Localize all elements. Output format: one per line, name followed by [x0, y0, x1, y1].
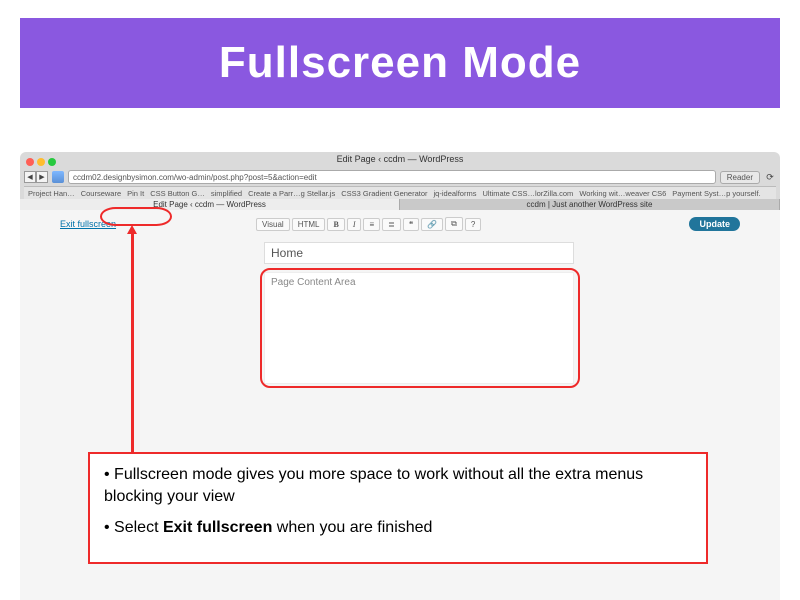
annotation-note-box: • Fullscreen mode gives you more space t…: [88, 452, 708, 564]
forward-button[interactable]: ▶: [36, 171, 48, 183]
navigation-row: ◀ ▶ ccdm02.designbysimon.com/wo-admin/po…: [24, 170, 776, 184]
tab-html[interactable]: HTML: [292, 218, 326, 231]
italic-button[interactable]: I: [347, 218, 362, 231]
update-button[interactable]: Update: [689, 217, 740, 231]
reader-button[interactable]: Reader: [720, 171, 760, 184]
url-bar[interactable]: ccdm02.designbysimon.com/wo-admin/post.p…: [68, 170, 716, 184]
tab-visual[interactable]: Visual: [256, 218, 290, 231]
traffic-lights: [26, 158, 56, 166]
editor-buttons: Visual HTML B I ≡ ≣ ❝ 🔗 ⧉ ?: [256, 217, 481, 231]
note-bullet-2-prefix: • Select: [104, 519, 163, 536]
quote-button[interactable]: ❝: [403, 218, 419, 231]
slide-title: Fullscreen Mode: [219, 38, 581, 88]
help-button[interactable]: ?: [465, 218, 481, 231]
note-bullet-2-bold: Exit fullscreen: [163, 519, 272, 536]
bookmark-item[interactable]: Pin It: [127, 189, 144, 198]
site-favicon-icon: [52, 171, 64, 183]
minimize-icon[interactable]: [37, 158, 45, 166]
bookmark-item[interactable]: simplified: [211, 189, 242, 198]
bookmark-item[interactable]: Courseware: [81, 189, 121, 198]
note-bullet-2: • Select Exit fullscreen when you are fi…: [104, 517, 692, 539]
page-content-textarea[interactable]: Page Content Area: [264, 272, 574, 384]
link-button[interactable]: 🔗: [421, 218, 443, 231]
ul-button[interactable]: ≡: [363, 218, 380, 231]
editor-toolbar: Exit fullscreen Visual HTML B I ≡ ≣ ❝ 🔗 …: [20, 212, 780, 236]
note-bullet-1: • Fullscreen mode gives you more space t…: [104, 464, 692, 507]
bookmark-item[interactable]: jq-idealforms: [434, 189, 477, 198]
bookmark-item[interactable]: Project Han…: [28, 189, 75, 198]
bookmark-item[interactable]: CSS3 Gradient Generator: [341, 189, 427, 198]
bold-button[interactable]: B: [327, 218, 344, 231]
reload-icon[interactable]: ⟳: [764, 171, 776, 183]
exit-fullscreen-link[interactable]: Exit fullscreen: [60, 219, 116, 229]
ol-button[interactable]: ≣: [382, 218, 401, 231]
image-button[interactable]: ⧉: [445, 217, 463, 231]
bookmark-item[interactable]: Ultimate CSS…lorZilla.com: [482, 189, 573, 198]
bookmark-item[interactable]: CSS Button G…: [150, 189, 205, 198]
note-bullet-2-suffix: when you are finished: [272, 519, 432, 536]
back-button[interactable]: ◀: [24, 171, 36, 183]
page-title-input[interactable]: Home: [264, 242, 574, 264]
nav-arrows: ◀ ▶: [24, 171, 48, 183]
zoom-icon[interactable]: [48, 158, 56, 166]
bookmark-item[interactable]: Create a Parr…g Stellar.js: [248, 189, 335, 198]
close-icon[interactable]: [26, 158, 34, 166]
window-title: Edit Page ‹ ccdm — WordPress: [20, 152, 780, 164]
bookmark-item[interactable]: Payment Syst…p yourself.: [672, 189, 760, 198]
slide-title-bar: Fullscreen Mode: [20, 18, 780, 108]
browser-chrome: Edit Page ‹ ccdm — WordPress ◀ ▶ ccdm02.…: [20, 152, 780, 210]
bookmark-item[interactable]: Working wit…weaver CS6: [579, 189, 666, 198]
